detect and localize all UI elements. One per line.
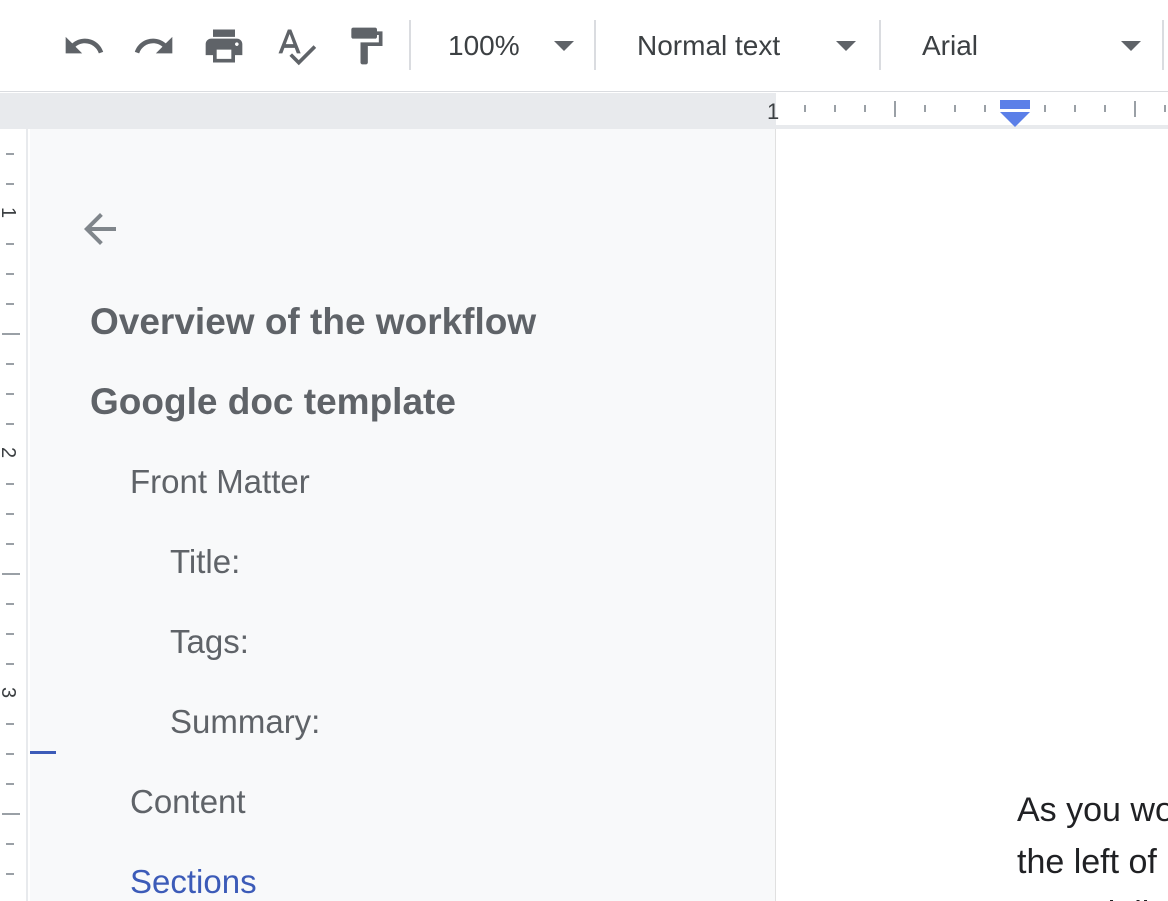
outline-item-sections[interactable]: Sections (130, 863, 257, 901)
paint-format-button[interactable] (340, 20, 392, 72)
outline-item-google-doc-template[interactable]: Google doc template (90, 381, 456, 423)
indent-marker-icon[interactable] (999, 99, 1031, 129)
redo-button[interactable] (128, 20, 180, 72)
redo-icon (134, 36, 173, 54)
font-value: Arial (922, 30, 979, 61)
style-value: Normal text (637, 30, 781, 61)
outline-item-front-matter[interactable]: Front Matter (130, 463, 310, 501)
print-icon (205, 29, 243, 63)
document-line: especially (1017, 888, 1168, 901)
document-outline-panel: Overview of the workflow Google doc temp… (30, 129, 776, 901)
toolbar-separator (594, 20, 596, 70)
toolbar-separator (409, 20, 411, 70)
document-body-text[interactable]: As you wo the left of especially (1017, 784, 1168, 901)
toolbar-separator (1162, 20, 1164, 70)
style-dropdown[interactable]: Normal text (605, 20, 875, 72)
vertical-ruler[interactable]: 1 2 3 (0, 129, 28, 901)
close-outline-button[interactable] (70, 199, 130, 259)
outline-item-tags[interactable]: Tags: (170, 623, 249, 661)
zoom-dropdown[interactable]: 100% (420, 20, 590, 72)
document-line: As you wo (1017, 791, 1168, 829)
font-dropdown[interactable]: Arial (890, 20, 1158, 72)
spellcheck-button[interactable] (270, 20, 322, 72)
document-page[interactable]: As you wo the left of especially (777, 129, 1168, 901)
ruler-number: 1 (767, 99, 780, 124)
google-docs-window: 100% Normal text Arial 1 Overview of the… (0, 0, 1168, 901)
horizontal-ruler[interactable]: 1 (0, 93, 1168, 129)
outline-item-overview[interactable]: Overview of the workflow (90, 301, 536, 343)
chevron-down-icon (836, 41, 856, 51)
toolbar: 100% Normal text Arial (0, 0, 1168, 92)
spellcheck-icon (278, 29, 317, 66)
outline-item-title[interactable]: Title: (170, 543, 240, 581)
zoom-value: 100% (448, 30, 520, 61)
paint-format-icon (351, 27, 383, 65)
undo-button[interactable] (58, 20, 110, 72)
toolbar-separator (879, 20, 881, 70)
ruler-number: 3 (0, 687, 19, 698)
document-line: the left of (1017, 843, 1157, 881)
outline-item-summary[interactable]: Summary: (170, 703, 320, 741)
chevron-down-icon (1121, 41, 1141, 51)
chevron-down-icon (554, 41, 574, 51)
active-outline-indicator (30, 751, 56, 754)
arrow-back-icon (84, 213, 116, 245)
undo-icon (65, 36, 104, 54)
ruler-number: 1 (0, 207, 19, 218)
outline-item-content[interactable]: Content (130, 783, 246, 821)
print-button[interactable] (198, 20, 250, 72)
ruler-number: 2 (0, 447, 19, 458)
